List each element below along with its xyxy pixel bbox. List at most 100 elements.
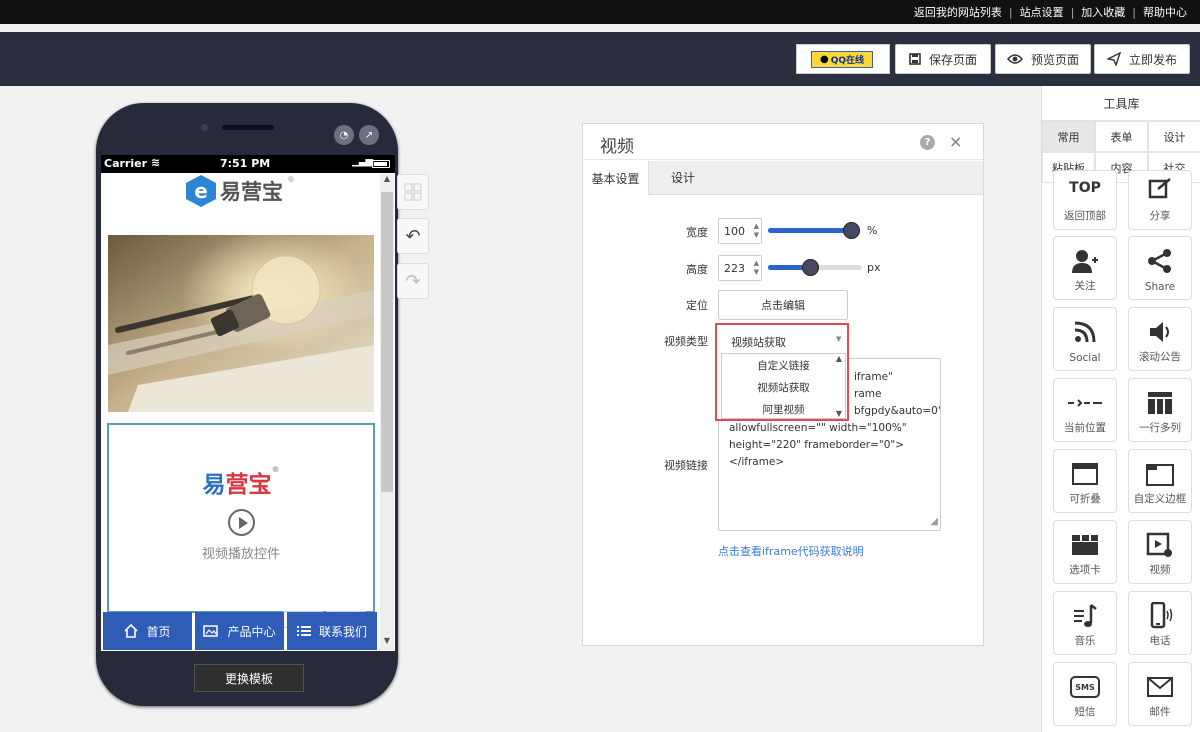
tool-follow[interactable]: 关注 xyxy=(1053,236,1117,300)
tool-label: 返回顶部 xyxy=(1064,210,1106,222)
nav-label: 产品中心 xyxy=(227,624,276,639)
redo-icon[interactable]: ↷ xyxy=(397,263,429,299)
scrollbar-thumb[interactable] xyxy=(381,192,393,492)
preview-page-label: 预览页面 xyxy=(1030,52,1079,67)
logo-text: 易营宝 xyxy=(220,180,283,204)
width-slider-knob[interactable] xyxy=(843,222,860,239)
carrier-label: Carrier xyxy=(104,157,148,170)
height-slider-knob[interactable] xyxy=(801,259,819,276)
scroll-up-arrow[interactable]: ▲ xyxy=(380,174,394,188)
tool-custom-border[interactable]: 自定义边框 xyxy=(1128,449,1192,513)
tabs-icon xyxy=(1054,530,1116,560)
tab-common[interactable]: 常用 xyxy=(1042,121,1095,152)
qq-label: QQ在线 xyxy=(830,56,865,66)
tool-share-cn[interactable]: 分享 xyxy=(1128,170,1192,230)
nav-item-contact[interactable]: 联系我们 xyxy=(287,612,377,650)
option-ali-video[interactable]: 阿里视频 xyxy=(722,398,845,420)
save-page-label: 保存页面 xyxy=(928,52,977,67)
site-settings-link[interactable]: 站点设置 xyxy=(1015,4,1069,20)
penguin-icon: ● xyxy=(819,54,829,65)
tool-social[interactable]: Social xyxy=(1053,307,1117,371)
bookmark-link[interactable]: 加入收藏 xyxy=(1076,4,1130,20)
qq-badge: ● QQ在线 xyxy=(811,51,873,68)
phone-bottom-nav: 首页 产品中心 联系我们 xyxy=(103,612,377,650)
tool-share[interactable]: Share xyxy=(1128,236,1192,300)
resize-handle-icon[interactable]: ◢ xyxy=(930,513,938,530)
stepper-icon[interactable]: ▲ ▼ xyxy=(754,222,759,240)
save-page-button[interactable]: 保存页面 xyxy=(895,44,991,74)
list-scrollbar[interactable]: ▲ ▼ xyxy=(833,354,845,418)
undo-icon[interactable]: ↶ xyxy=(397,218,429,254)
change-template-button[interactable]: 更换模板 xyxy=(194,664,304,692)
tool-tabs[interactable]: 选项卡 xyxy=(1053,520,1117,584)
layout-grid-icon[interactable] xyxy=(397,174,429,210)
tool-video[interactable]: 视频 xyxy=(1128,520,1192,584)
height-label: 高度 xyxy=(686,263,708,276)
banner-image[interactable] xyxy=(108,235,374,412)
tool-back-to-top[interactable]: TOP 返回顶部 xyxy=(1053,170,1117,230)
scroll-up-arrow[interactable]: ▲ xyxy=(833,354,845,363)
share-icon xyxy=(1129,246,1191,276)
tool-music[interactable]: 音乐 xyxy=(1053,591,1117,655)
stepper-icon[interactable]: ▲ ▼ xyxy=(754,259,759,277)
signal-icon: ▁▃▅ xyxy=(352,156,373,167)
help-center-link[interactable]: 帮助中心 xyxy=(1138,4,1192,20)
tab-design[interactable]: 设计 xyxy=(671,161,695,194)
time-label: 7:51 PM xyxy=(220,157,271,170)
border-icon xyxy=(1129,459,1191,489)
video-type-selected: 视频站获取 xyxy=(731,336,786,349)
tool-label: 选项卡 xyxy=(1069,564,1101,576)
tool-collapsible[interactable]: 可折叠 xyxy=(1053,449,1117,513)
tool-phone[interactable]: 电话 xyxy=(1128,591,1192,655)
video-type-label: 视频类型 xyxy=(664,335,708,348)
scroll-down-arrow[interactable]: ▼ xyxy=(833,409,845,418)
sms-icon: SMS xyxy=(1054,672,1116,702)
nav-item-products[interactable]: 产品中心 xyxy=(195,612,284,650)
tool-sms[interactable]: SMS 短信 xyxy=(1053,662,1117,726)
camera-dot xyxy=(201,124,208,131)
phone-scrollbar[interactable]: ▲ ▼ xyxy=(380,174,394,650)
width-input[interactable]: 100 ▲ ▼ xyxy=(718,218,762,244)
tool-breadcrumb[interactable]: 当前位置 xyxy=(1053,378,1117,442)
eye-icon xyxy=(1006,54,1023,64)
tool-scroll-notice[interactable]: 滚动公告 xyxy=(1128,307,1192,371)
edit-position-button[interactable]: 点击编辑 xyxy=(718,290,848,320)
panel-tabs: 基本设置 设计 xyxy=(583,161,983,195)
top-icon: TOP xyxy=(1069,180,1101,196)
follow-user-icon xyxy=(1054,246,1116,276)
lightbulb-photo xyxy=(108,235,374,412)
chevron-down-icon: ▼ xyxy=(836,335,842,343)
video-widget[interactable]: 易营宝® 视频播放控件 xyxy=(107,423,375,613)
option-custom-link[interactable]: 自定义链接 xyxy=(722,354,845,376)
qq-online-button[interactable]: ● QQ在线 xyxy=(796,44,890,74)
iframe-line: </iframe> xyxy=(729,456,785,468)
scroll-down-arrow[interactable]: ▼ xyxy=(380,636,394,650)
tool-multi-column[interactable]: 一行多列 xyxy=(1128,378,1192,442)
tool-label: 自定义边框 xyxy=(1133,493,1187,505)
logo-e-icon: e xyxy=(186,175,216,207)
stats-icon[interactable]: ↗ xyxy=(359,125,379,145)
mail-icon xyxy=(1129,672,1191,702)
tool-mail[interactable]: 邮件 xyxy=(1128,662,1192,726)
close-icon[interactable]: × xyxy=(949,132,962,151)
height-slider[interactable] xyxy=(768,259,862,276)
width-slider[interactable] xyxy=(768,222,860,239)
tab-form[interactable]: 表单 xyxy=(1095,121,1148,152)
tool-label: 邮件 xyxy=(1149,706,1171,718)
share-edit-icon xyxy=(1129,173,1191,203)
nav-item-home[interactable]: 首页 xyxy=(103,612,192,650)
preview-page-button[interactable]: 预览页面 xyxy=(995,44,1091,74)
play-icon[interactable] xyxy=(228,509,255,536)
video-logo-b: 营宝 xyxy=(225,472,272,498)
tab-basic-settings[interactable]: 基本设置 xyxy=(583,161,649,195)
wechat-icon[interactable]: ◔ xyxy=(334,125,354,145)
tab-design[interactable]: 设计 xyxy=(1148,121,1200,152)
video-type-options: 自定义链接 视频站获取 阿里视频 ▲ ▼ xyxy=(721,353,846,419)
publish-button[interactable]: 立即发布 xyxy=(1094,44,1190,74)
height-input[interactable]: 223 ▲ ▼ xyxy=(718,255,762,281)
option-video-site[interactable]: 视频站获取 xyxy=(722,376,845,398)
iframe-help-link[interactable]: 点击查看iframe代码获取说明 xyxy=(718,543,864,559)
back-to-sites-link[interactable]: 返回我的网站列表 xyxy=(909,4,1007,20)
width-label: 宽度 xyxy=(686,226,708,239)
help-icon[interactable]: ? xyxy=(920,135,935,150)
